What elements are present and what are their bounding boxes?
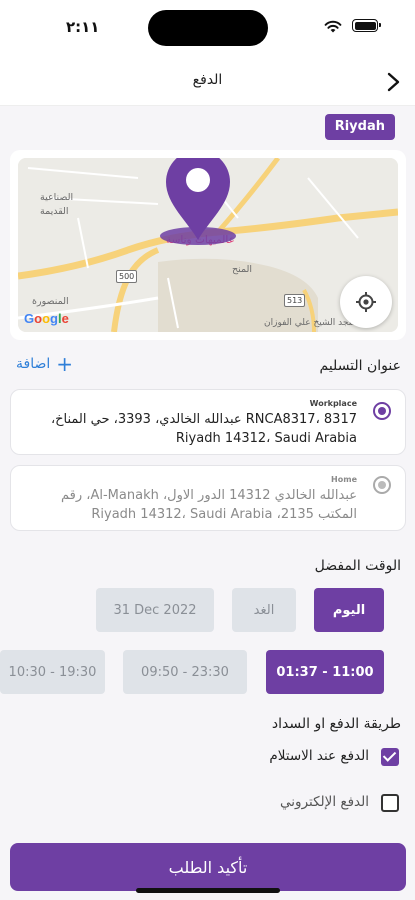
road-badge: 513	[284, 294, 306, 307]
delivery-address-title: عنوان التسليم	[319, 358, 401, 374]
header: الدفع	[0, 58, 415, 106]
map-label: القديمة	[40, 206, 69, 217]
add-address-button[interactable]: اضافة +	[16, 352, 74, 376]
crosshair-icon	[356, 292, 376, 312]
page-title: الدفع	[192, 72, 223, 88]
map-label: المنح	[232, 264, 253, 275]
plus-icon: +	[56, 352, 74, 376]
address-text: RNCA8317، 8317 عبدالله الخالدي، 3393، حي…	[50, 412, 357, 446]
battery-icon	[352, 19, 381, 32]
online-payment-checkbox[interactable]	[381, 794, 399, 812]
map-label: المنصورة	[32, 296, 69, 307]
location-pin-icon	[160, 158, 236, 245]
map[interactable]: الصناعية القديمة المنصورة عالميهات وناسة…	[18, 158, 398, 332]
payment-method-title: طريقة الدفع او السداد	[271, 716, 401, 732]
status-time: ٢:١١	[66, 18, 100, 36]
add-address-label: اضافة	[16, 356, 51, 372]
address-radio[interactable]	[373, 476, 391, 494]
day-option-tomorrow[interactable]: الغد	[232, 588, 296, 632]
time-slot[interactable]: 01:37 - 11:00	[266, 650, 384, 694]
locate-me-button[interactable]	[340, 276, 392, 328]
online-payment-label: الدفع الإلكتروني	[280, 794, 369, 810]
day-option-today[interactable]: اليوم	[314, 588, 384, 632]
address-tag: Workplace	[309, 399, 357, 408]
road-badge: 500	[116, 270, 138, 283]
cash-on-delivery-label: الدفع عند الاستلام	[269, 748, 369, 764]
time-slot[interactable]: 09:50 - 23:30	[123, 650, 247, 694]
wifi-icon	[324, 20, 342, 33]
status-bar: ٢:١١	[0, 0, 415, 58]
address-card[interactable]: Workplace RNCA8317، 8317 عبدالله الخالدي…	[10, 389, 406, 455]
day-option-date[interactable]: 31 Dec 2022	[96, 588, 214, 632]
address-text: عبدالله الخالدي 14312 الدور الاول، Al-Ma…	[61, 488, 357, 522]
dynamic-island	[148, 10, 268, 46]
home-indicator	[136, 888, 280, 893]
chevron-right-icon[interactable]	[383, 71, 403, 93]
map-card: الصناعية القديمة المنصورة عالميهات وناسة…	[10, 150, 406, 340]
map-label: الصناعية	[40, 192, 74, 203]
google-logo: Google	[24, 311, 69, 326]
city-badge[interactable]: Riydah	[324, 114, 395, 140]
address-card[interactable]: Home عبدالله الخالدي 14312 الدور الاول، …	[10, 465, 406, 531]
address-radio[interactable]	[373, 402, 391, 420]
preferred-time-title: الوقت المفضل	[314, 558, 401, 574]
time-slot[interactable]: 10:30 - 19:30	[0, 650, 105, 694]
cash-on-delivery-checkbox[interactable]	[381, 748, 399, 766]
confirm-order-button[interactable]: تأكيد الطلب	[10, 843, 406, 891]
address-tag: Home	[331, 475, 357, 484]
